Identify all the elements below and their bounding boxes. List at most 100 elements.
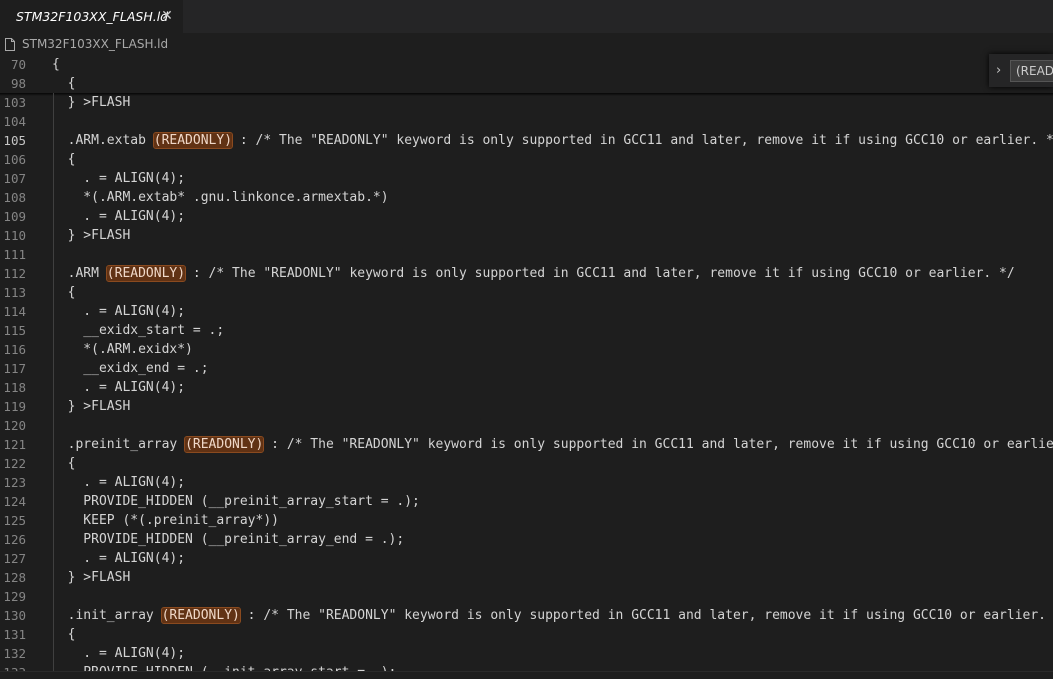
code-token: *(.ARM.extab* .gnu.linkonce.armextab.*) [52, 190, 389, 205]
code-line[interactable]: 124 PROVIDE_HIDDEN (__preinit_array_star… [0, 492, 1053, 511]
code-token: __exidx_start = .; [52, 323, 225, 338]
line-number: 126 [3, 532, 26, 547]
file-icon [5, 38, 15, 51]
tab-stm32f103xx-flash-ld[interactable]: STM32F103XX_FLASH.ld [0, 0, 183, 33]
code-text: .ARM (READONLY) : /* The "READONLY" keyw… [52, 264, 1015, 283]
code-line[interactable]: 119 } >FLASH [0, 397, 1053, 416]
code-line[interactable]: 106 { [0, 150, 1053, 169]
search-match-highlight: (READONLY) [160, 607, 241, 624]
line-number: 120 [3, 418, 26, 433]
code-token: } >FLASH [52, 570, 131, 585]
code-line[interactable]: 121 .preinit_array (READONLY) : /* The "… [0, 435, 1053, 454]
search-match-highlight: (READONLY) [184, 436, 265, 453]
search-match-highlight: (READONLY) [152, 132, 234, 149]
code-line[interactable]: 104 [0, 112, 1053, 131]
line-number: 118 [3, 380, 26, 395]
breadcrumb-file[interactable]: STM32F103XX_FLASH.ld [22, 37, 168, 51]
line-number: 125 [3, 513, 26, 528]
code-line[interactable]: 128 } >FLASH [0, 568, 1053, 587]
code-token: . = ALIGN(4); [52, 475, 186, 490]
code-line[interactable]: 105 .ARM.extab (READONLY) : /* The "READ… [0, 131, 1053, 150]
code-line[interactable]: 132 . = ALIGN(4); [0, 644, 1053, 663]
code-line[interactable]: 110 } >FLASH [0, 226, 1053, 245]
chevron-right-icon[interactable]: › [996, 62, 1006, 80]
line-number: 131 [3, 627, 26, 642]
code-token: . = ALIGN(4); [52, 551, 186, 566]
close-icon[interactable]: ✕ [160, 8, 174, 24]
code-token: PROVIDE_HIDDEN (__preinit_array_start = … [52, 494, 420, 509]
code-token: { [52, 152, 76, 167]
line-number: 117 [3, 361, 26, 376]
code-token: . = ALIGN(4); [52, 209, 186, 224]
line-number: 129 [3, 589, 26, 604]
code-token: . = ALIGN(4); [52, 304, 186, 319]
code-line[interactable]: 126 PROVIDE_HIDDEN (__preinit_array_end … [0, 530, 1053, 549]
code-text: PROVIDE_HIDDEN (__preinit_array_start = … [52, 492, 420, 511]
code-line[interactable]: 118 . = ALIGN(4); [0, 378, 1053, 397]
code-line[interactable]: 113 { [0, 283, 1053, 302]
horizontal-scrollbar[interactable] [0, 671, 1053, 679]
code-text: PROVIDE_HIDDEN (__preinit_array_end = .)… [52, 530, 404, 549]
code-line[interactable]: 120 [0, 416, 1053, 435]
line-number: 109 [3, 209, 26, 224]
line-number: 122 [3, 456, 26, 471]
code-text: . = ALIGN(4); [52, 169, 185, 188]
code-token: } >FLASH [52, 399, 131, 414]
code-line[interactable]: 127 . = ALIGN(4); [0, 549, 1053, 568]
code-editor[interactable]: 70{98 {103 } >FLASH 104 105 .ARM.extab (RE… [0, 55, 1053, 679]
line-number: 98 [10, 76, 26, 91]
line-number: 124 [3, 494, 26, 509]
code-line[interactable]: 129 [0, 587, 1053, 606]
sticky-line[interactable]: 98 { [0, 74, 1053, 93]
code-text: *(.ARM.exidx*) [52, 340, 193, 359]
code-line[interactable]: 117 __exidx_end = .; [0, 359, 1053, 378]
code-line[interactable]: 111 [0, 245, 1053, 264]
line-number: 116 [3, 342, 26, 357]
line-number: 123 [3, 475, 26, 490]
code-text: { [52, 625, 76, 644]
code-token: { [52, 456, 76, 471]
code-token: KEEP (*(.preinit_array*)) [52, 513, 279, 528]
sticky-line[interactable]: 70 { [0, 55, 1053, 74]
code-token: PROVIDE_HIDDEN (__preinit_array_end = .)… [52, 532, 405, 547]
search-match-highlight: (READONLY) [105, 265, 187, 282]
line-number: 114 [3, 304, 26, 319]
line-number: 107 [3, 171, 26, 186]
code-token: : /* The "READONLY" keyword is only supp… [185, 266, 1015, 281]
code-line[interactable]: 114 . = ALIGN(4); [0, 302, 1053, 321]
code-line[interactable]: 112 .ARM (READONLY) : /* The "READONLY" … [0, 264, 1053, 283]
code-line[interactable]: 130 .init_array (READONLY) : /* The "REA… [0, 606, 1053, 625]
code-text: { [52, 57, 60, 72]
code-line[interactable]: 123 . = ALIGN(4); [0, 473, 1053, 492]
code-line[interactable]: 108 *(.ARM.extab* .gnu.linkonce.armextab… [0, 188, 1053, 207]
code-line[interactable]: 131 { [0, 625, 1053, 644]
code-token: { [52, 285, 76, 300]
line-number: 121 [3, 437, 26, 452]
code-text: . = ALIGN(4); [52, 549, 185, 568]
code-text: __exidx_end = .; [52, 359, 208, 378]
code-token: } >FLASH [52, 228, 131, 243]
line-number: 104 [3, 114, 26, 129]
code-text: .ARM.extab (READONLY) : /* The "READONLY… [52, 131, 1053, 150]
code-text: . = ALIGN(4); [52, 378, 185, 397]
code-text: { [52, 283, 76, 302]
code-line[interactable]: 107 . = ALIGN(4); [0, 169, 1053, 188]
code-token: } >FLASH [52, 95, 131, 110]
code-text: } >FLASH [52, 226, 131, 245]
code-line[interactable]: 115 __exidx_start = .; [0, 321, 1053, 340]
code-line[interactable]: 109 . = ALIGN(4); [0, 207, 1053, 226]
code-token: { [52, 627, 76, 642]
code-line[interactable]: 103 } >FLASH [0, 93, 1053, 112]
code-line[interactable]: 122 { [0, 454, 1053, 473]
line-number: 113 [3, 285, 26, 300]
code-text: } >FLASH [52, 93, 131, 112]
code-line[interactable]: 116 *(.ARM.exidx*) [0, 340, 1053, 359]
code-token: .ARM [52, 266, 107, 281]
tab-bar: STM32F103XX_FLASH.ld ✕ [0, 0, 1053, 33]
code-token: : /* The "READONLY" keyword is only supp… [263, 437, 1053, 452]
code-line[interactable]: 125 KEEP (*(.preinit_array*)) [0, 511, 1053, 530]
line-number: 108 [3, 190, 26, 205]
code-token: . = ALIGN(4); [52, 646, 186, 661]
find-input[interactable]: (READONLY) [1010, 60, 1053, 82]
line-number: 103 [3, 95, 26, 110]
